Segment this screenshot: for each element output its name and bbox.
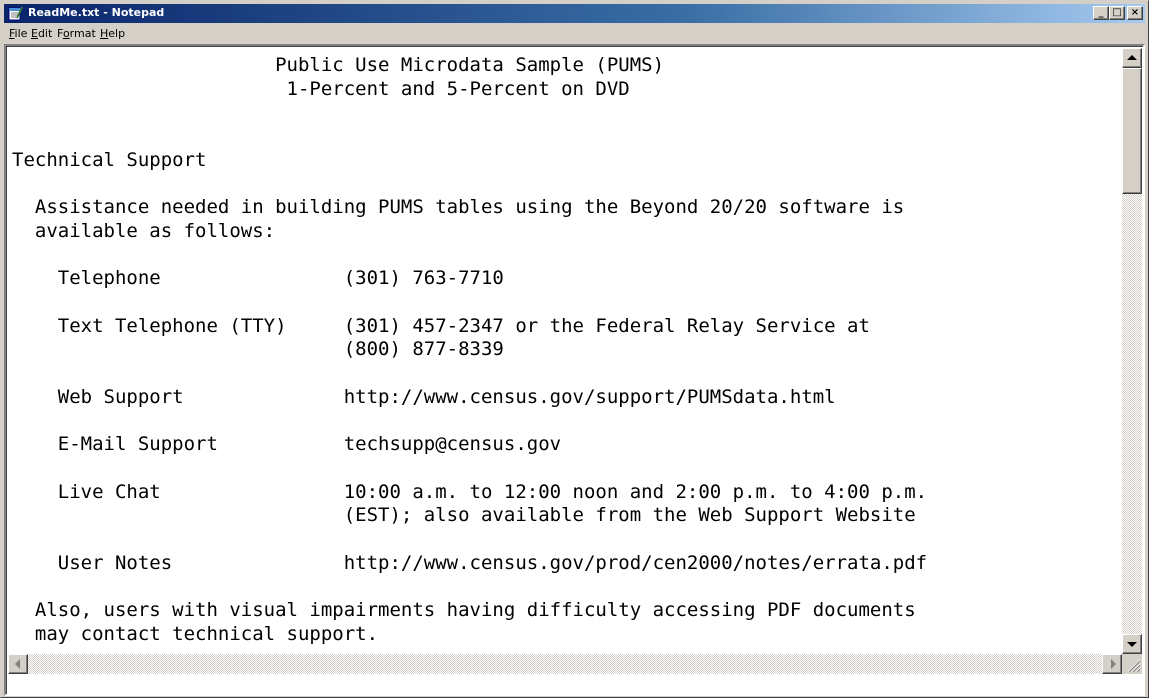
minimize-icon: _ [1098,7,1104,18]
horizontal-scrollbar[interactable] [8,654,1122,674]
notepad-window: ReadMe.txt - Notepad _ □ × File Edit For… [0,0,1149,698]
scroll-left-button[interactable] [8,654,28,674]
arrow-left-icon [15,659,20,669]
minimize-button[interactable]: _ [1093,6,1109,20]
text-line: User Notes http://www.census.gov/prod/ce… [12,551,928,574]
text-line: Technical Support [12,148,207,171]
maximize-icon: □ [1112,7,1122,18]
text-line: Live Chat 10:00 a.m. to 12:00 noon and 2… [12,480,928,503]
notepad-icon[interactable] [7,5,23,21]
text-line: E-Mail Support techsupp@census.gov [12,433,562,456]
close-icon: × [1130,7,1140,18]
text-line: Telephone (301) 763-7710 [12,267,504,290]
arrow-down-icon [1127,642,1137,647]
window-title: ReadMe.txt - Notepad [28,6,165,19]
text-line: Text Telephone (TTY) (301) 457-2347 or t… [12,314,870,337]
menu-help[interactable]: Help [100,27,125,40]
maximize-button[interactable]: □ [1109,6,1125,20]
menu-file[interactable]: File [9,27,27,40]
text-line: (EST); also available from the Web Suppo… [12,504,916,527]
text-line: Assistance needed in building PUMS table… [12,196,905,219]
close-button[interactable]: × [1127,6,1143,20]
text-line: (800) 877-8339 [12,338,504,361]
resize-grip[interactable] [1122,654,1142,674]
text-line: may contact technical support. [12,622,379,645]
menu-format[interactable]: Format [57,27,96,40]
text-line: 1-Percent and 5-Percent on DVD [12,77,630,100]
title-bar[interactable]: ReadMe.txt - Notepad _ □ × [4,4,1145,23]
text-line: available as follows: [12,219,276,242]
scroll-down-button[interactable] [1122,634,1142,654]
text-line: Also, users with visual impairments havi… [12,599,916,622]
vertical-scroll-thumb[interactable] [1122,68,1142,194]
document-text[interactable]: Public Use Microdata Sample (PUMS) 1-Per… [8,48,1122,652]
scroll-up-button[interactable] [1122,48,1142,68]
arrow-up-icon [1127,55,1137,60]
resize-grip-icon [1127,659,1141,673]
menu-bar: File Edit Format Help [4,24,1145,43]
text-line: Web Support http://www.census.gov/suppor… [12,385,836,408]
vertical-scrollbar[interactable] [1122,48,1142,654]
text-line: Public Use Microdata Sample (PUMS) [12,54,665,76]
text-editor[interactable]: Public Use Microdata Sample (PUMS) 1-Per… [4,44,1145,696]
arrow-right-icon [1111,659,1116,669]
scroll-right-button[interactable] [1102,654,1122,674]
menu-edit[interactable]: Edit [31,27,52,40]
